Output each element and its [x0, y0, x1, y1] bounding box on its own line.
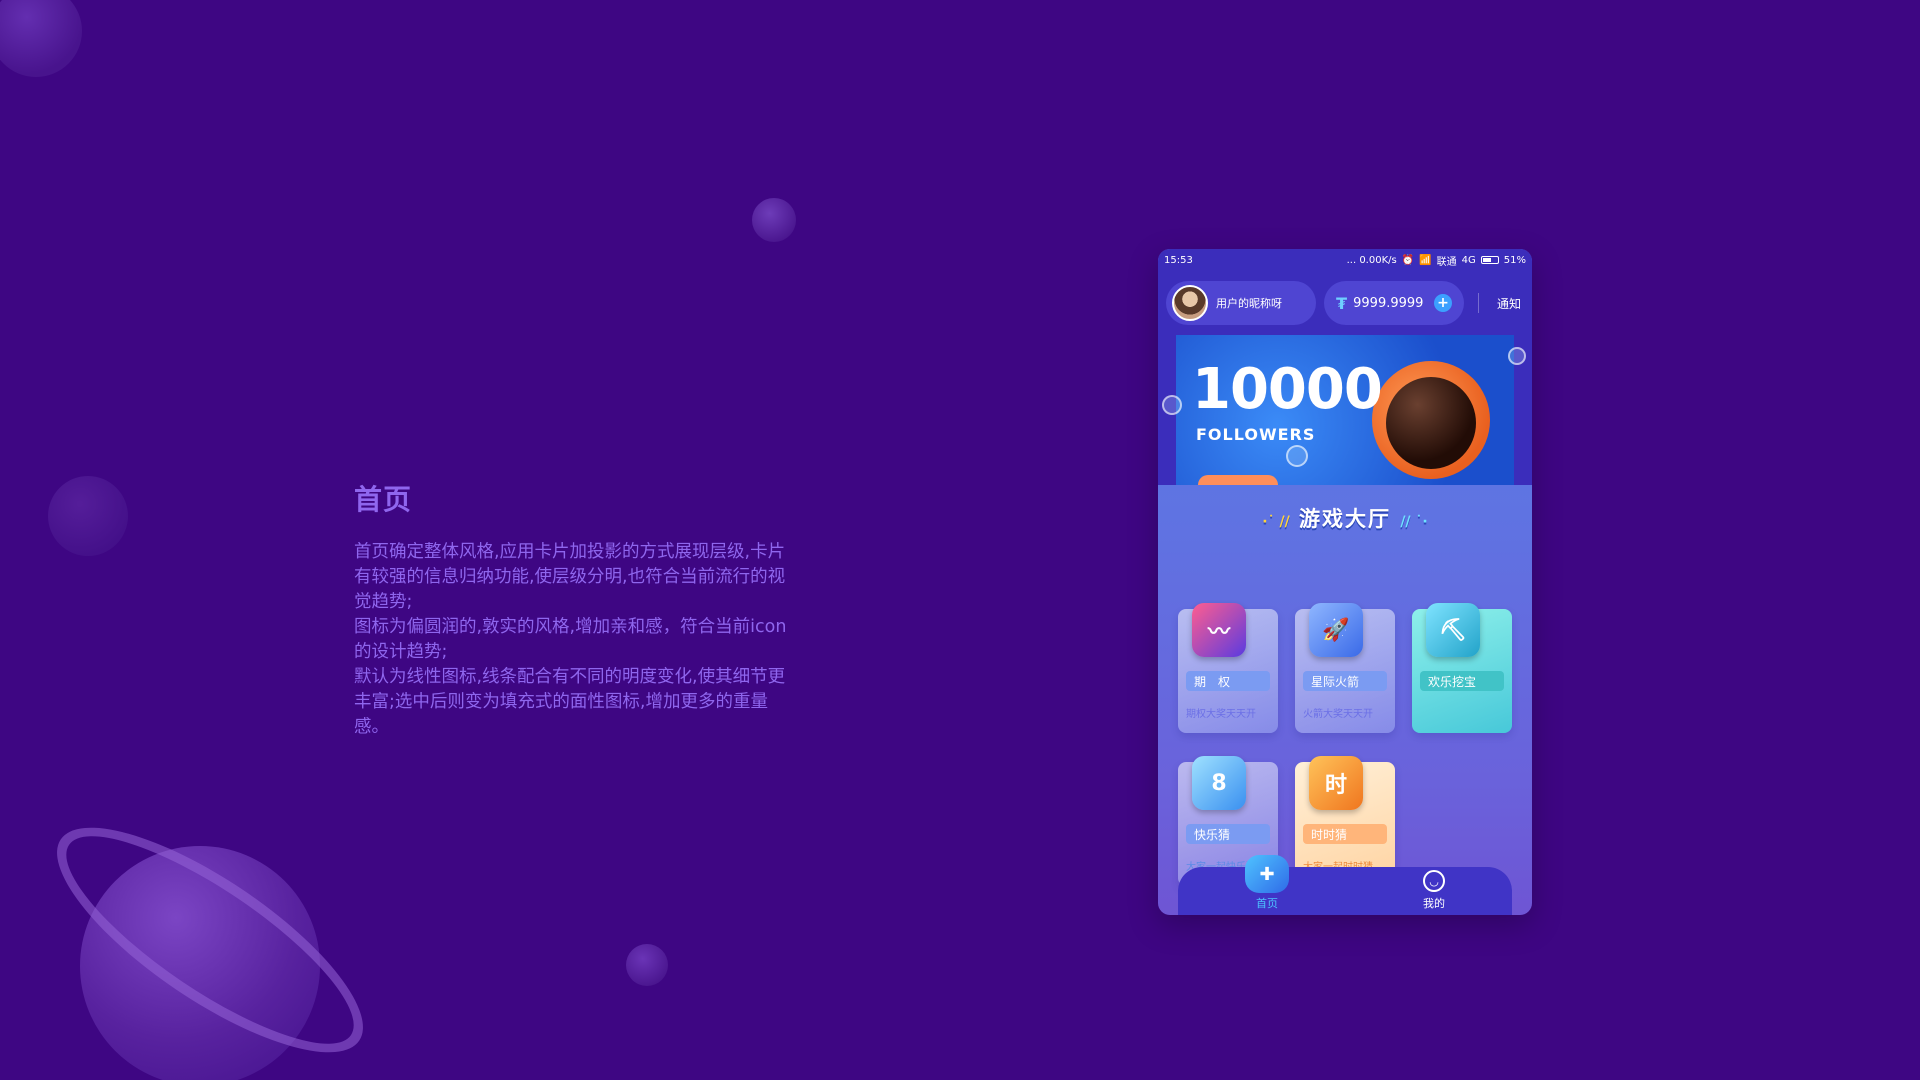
banner-headline: 10000	[1192, 357, 1383, 422]
wifi-icon: 📶	[1419, 254, 1432, 266]
decor-bubble	[48, 476, 128, 556]
sparkle-icon: // ˙·	[1400, 514, 1428, 530]
top-bar: 用户的昵称呀 ₮ 9999.9999 + 通知	[1158, 271, 1532, 335]
description-paragraph: 默认为线性图标,线条配合有不同的明度变化,使其细节更丰富;选中后则变为填充式的面…	[354, 667, 786, 737]
status-bar: 15:53 ... 0.00K/s ⏰ 📶 联通 4G 51%	[1158, 249, 1532, 271]
game-hall-title: 游戏大厅	[1299, 507, 1391, 531]
time-icon: 时	[1309, 756, 1363, 810]
status-battery: 51%	[1503, 254, 1526, 266]
nav-label: 首页	[1256, 897, 1278, 910]
section-title: ·˙ // 游戏大厅 // ˙·	[1158, 503, 1532, 533]
banner-subline: FOLLOWERS	[1196, 425, 1316, 444]
decor-bubble	[626, 944, 668, 986]
game-name: 快乐猜	[1186, 824, 1270, 844]
status-speed: ... 0.00K/s	[1346, 254, 1397, 266]
user-nickname: 用户的昵称呀	[1216, 297, 1282, 310]
game-subtitle: 期权大奖天天开	[1186, 709, 1256, 720]
decor-bubble	[1286, 445, 1308, 467]
add-funds-button[interactable]: +	[1434, 294, 1452, 312]
nav-item-mine[interactable]: ◡ 我的	[1423, 870, 1445, 911]
pulse-chart-icon: 〰	[1192, 603, 1246, 657]
promo-banner[interactable]: 10000 FOLLOWERS	[1158, 335, 1532, 485]
game-name: 欢乐挖宝	[1420, 671, 1504, 691]
banner-button[interactable]	[1198, 475, 1278, 485]
phone-mockup: 15:53 ... 0.00K/s ⏰ 📶 联通 4G 51% 用户的昵称呀 ₮…	[1158, 249, 1532, 915]
game-card-options[interactable]: 〰 期 权 期权大奖天天开	[1178, 603, 1278, 733]
game-name: 期 权	[1186, 671, 1270, 691]
game-subtitle: 火箭大奖天天开	[1303, 709, 1373, 720]
description-panel: 首页 首页确定整体风格,应用卡片加投影的方式展现层级,卡片有较强的信息归纳功能,…	[354, 478, 802, 740]
alarm-icon: ⏰	[1401, 254, 1415, 266]
eight-ball-icon: 8	[1192, 756, 1246, 810]
decor-bubble	[1508, 347, 1526, 365]
smile-icon: ◡	[1423, 870, 1445, 892]
tether-coin-icon: ₮	[1336, 293, 1348, 313]
sparkle-icon: ·˙ //	[1262, 514, 1290, 530]
status-time: 15:53	[1164, 254, 1193, 266]
game-name: 星际火箭	[1303, 671, 1387, 691]
game-grid: 〰 期 权 期权大奖天天开 🚀 星际火箭 火箭大奖天天开 ⛏ 欢乐挖宝 8 快乐…	[1158, 533, 1532, 886]
avatar	[1172, 285, 1208, 321]
nav-item-home[interactable]: ✚ 首页	[1245, 855, 1289, 911]
decor-bubble	[0, 0, 82, 77]
treasure-icon: ⛏	[1426, 603, 1480, 657]
status-network: 4G	[1461, 254, 1476, 266]
balance-pill: ₮ 9999.9999 +	[1324, 281, 1464, 325]
bottom-nav: ✚ 首页 ◡ 我的	[1178, 855, 1512, 915]
decor-bubble	[752, 198, 796, 242]
notification-button[interactable]: 通知	[1497, 295, 1521, 312]
user-profile-button[interactable]: 用户的昵称呀	[1166, 281, 1316, 325]
rocket-icon: 🚀	[1309, 603, 1363, 657]
game-card-rocket[interactable]: 🚀 星际火箭 火箭大奖天天开	[1295, 603, 1395, 733]
status-carrier: 联通	[1436, 256, 1457, 268]
game-card-treasure[interactable]: ⛏ 欢乐挖宝	[1412, 603, 1512, 733]
decor-bubble	[1162, 395, 1182, 415]
battery-icon	[1480, 256, 1499, 264]
nav-label: 我的	[1423, 897, 1445, 910]
gamepad-icon: ✚	[1245, 855, 1289, 893]
balance-value: 9999.9999	[1353, 295, 1424, 311]
description-title: 首页	[354, 483, 413, 516]
game-name: 时时猜	[1303, 824, 1387, 844]
description-paragraph: 首页确定整体风格,应用卡片加投影的方式展现层级,卡片有较强的信息归纳功能,使层级…	[354, 542, 786, 612]
astronaut-visor	[1386, 377, 1476, 469]
divider	[1478, 293, 1479, 313]
description-paragraph: 图标为偏圆润的,敦实的风格,增加亲和感，符合当前icon的设计趋势;	[354, 617, 787, 662]
